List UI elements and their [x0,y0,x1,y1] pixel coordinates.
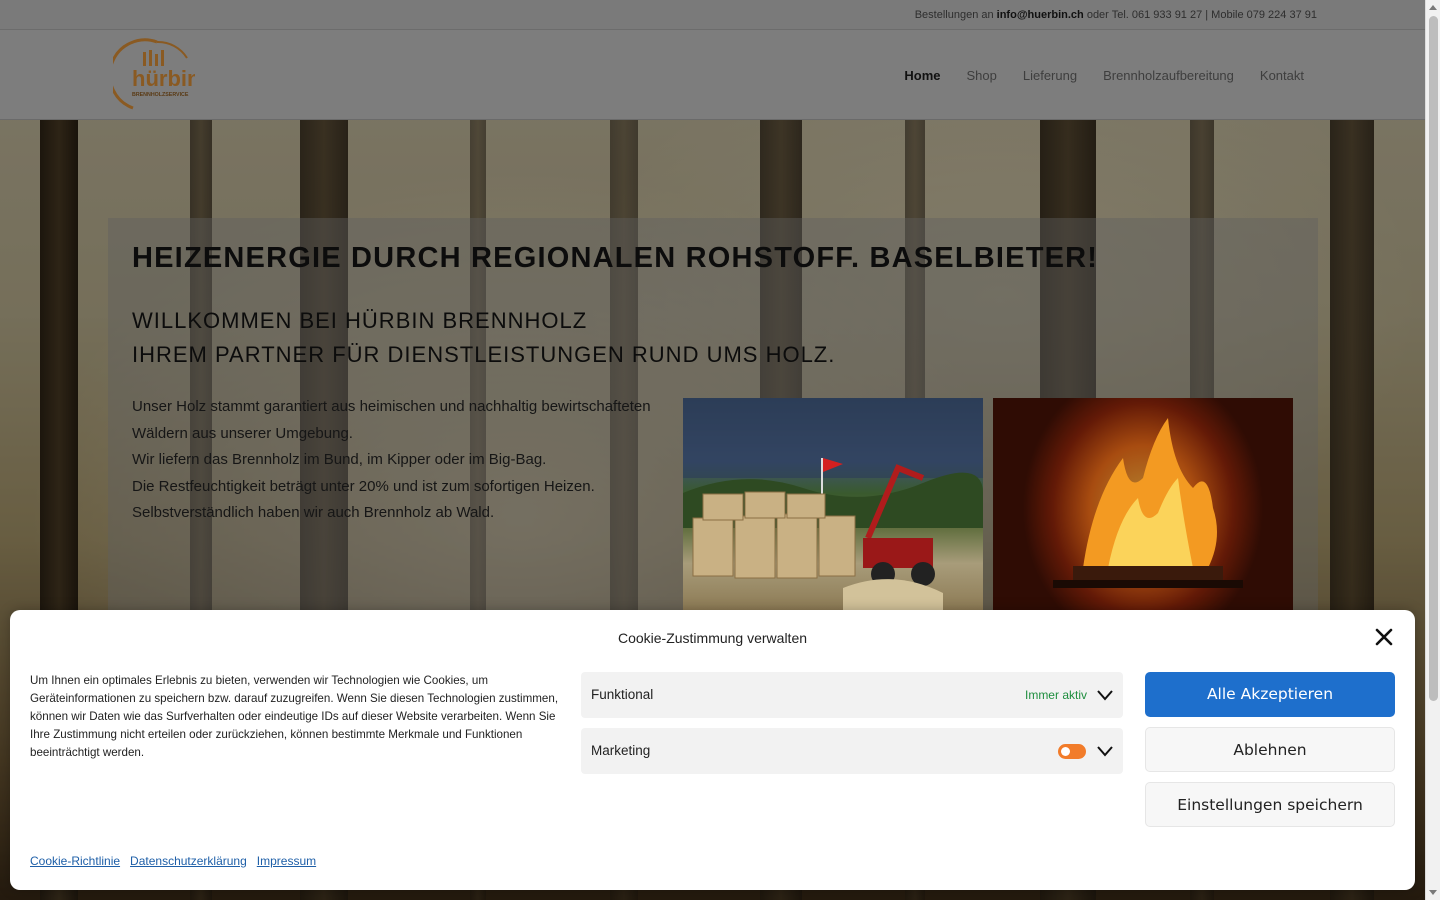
nav-home[interactable]: Home [891,68,953,83]
save-settings-button[interactable]: Einstellungen speichern [1145,782,1395,827]
fireplace-photo [993,398,1293,610]
nav-brennholzaufbereitung[interactable]: Brennholzaufbereitung [1090,68,1247,83]
paragraph-line: Unser Holz stammt garantiert aus heimisc… [132,398,651,415]
privacy-policy-link[interactable]: Datenschutzerklärung [130,854,247,868]
site-header: hürbin BRENNHOLZSERVICE Home Shop Liefer… [0,30,1425,120]
chevron-down-icon[interactable] [1097,744,1113,758]
intro-paragraph: Unser Holz stammt garantiert aus heimisc… [132,394,662,527]
cookie-footer-links: Cookie-Richtlinie Datenschutzerklärung I… [30,854,316,868]
huerbin-logo[interactable]: hürbin BRENNHOLZSERVICE [113,38,195,114]
nav-shop[interactable]: Shop [953,68,1009,83]
page-headline: HEIZENERGIE DURCH REGIONALEN ROHSTOFF. B… [132,242,1099,274]
logo-wordmark: hürbin [132,66,195,91]
contact-phones: oder Tel. 061 933 91 27 | Mobile 079 224… [1083,9,1317,21]
imprint-link[interactable]: Impressum [257,854,316,868]
scroll-up-icon[interactable] [1429,5,1437,10]
marketing-toggle[interactable] [1058,744,1086,759]
logo-tagline: BRENNHOLZSERVICE [132,92,189,98]
chevron-down-icon[interactable] [1097,688,1113,702]
cookie-dialog-title: Cookie-Zustimmung verwalten [617,630,808,646]
intro-card: HEIZENERGIE DURCH REGIONALEN ROHSTOFF. B… [108,218,1318,638]
scroll-down-icon[interactable] [1429,890,1437,895]
category-label: Marketing [591,743,651,758]
cookie-category-marketing[interactable]: Marketing [581,728,1123,774]
contact-email-link[interactable]: info@huerbin.ch [997,9,1084,21]
top-contact-bar: Bestellungen an info@huerbin.ch oder Tel… [0,0,1425,30]
accept-all-button[interactable]: Alle Akzeptieren [1145,672,1395,717]
nav-lieferung[interactable]: Lieferung [1010,68,1090,83]
cookie-consent-dialog: Cookie-Zustimmung verwalten Um Ihnen ein… [10,610,1415,890]
contact-prefix: Bestellungen an [914,9,997,21]
cookie-policy-link[interactable]: Cookie-Richtlinie [30,854,120,868]
cookie-description: Um Ihnen ein optimales Erlebnis zu biete… [30,674,559,759]
paragraph-line: Wäldern aus unserer Umgebung. [132,424,353,442]
scroll-thumb[interactable] [1429,16,1438,701]
subheadline-line-2: IHREM PARTNER FÜR DIENSTLEISTUNGEN RUND … [132,342,836,367]
cookie-category-funktional[interactable]: Funktional Immer aktiv [581,672,1123,718]
paragraph-line: Die Restfeuchtigkeit beträgt unter 20% u… [132,477,595,495]
always-active-status: Immer aktiv [1024,688,1087,702]
page-scrollbar[interactable] [1425,0,1440,900]
toggle-knob [1061,747,1070,756]
main-navigation: Home Shop Lieferung Brennholzaufbereitun… [891,68,1317,83]
deny-button[interactable]: Ablehnen [1145,727,1395,772]
subheadline-line-1: WILLKOMMEN BEI HÜRBIN BRENNHOLZ [132,308,588,333]
category-label: Funktional [591,687,654,702]
page-subheadline: WILLKOMMEN BEI HÜRBIN BRENNHOLZ IHREM PA… [132,304,835,372]
paragraph-line: Selbstverständlich haben wir auch Brennh… [132,504,495,521]
firewood-stack-photo [683,398,983,610]
nav-kontakt[interactable]: Kontakt [1247,68,1317,83]
contact-info: Bestellungen an info@huerbin.ch oder Tel… [915,9,1317,21]
close-icon[interactable] [1375,628,1393,646]
paragraph-line: Wir liefern das Brennholz im Bund, im Ki… [132,451,547,468]
